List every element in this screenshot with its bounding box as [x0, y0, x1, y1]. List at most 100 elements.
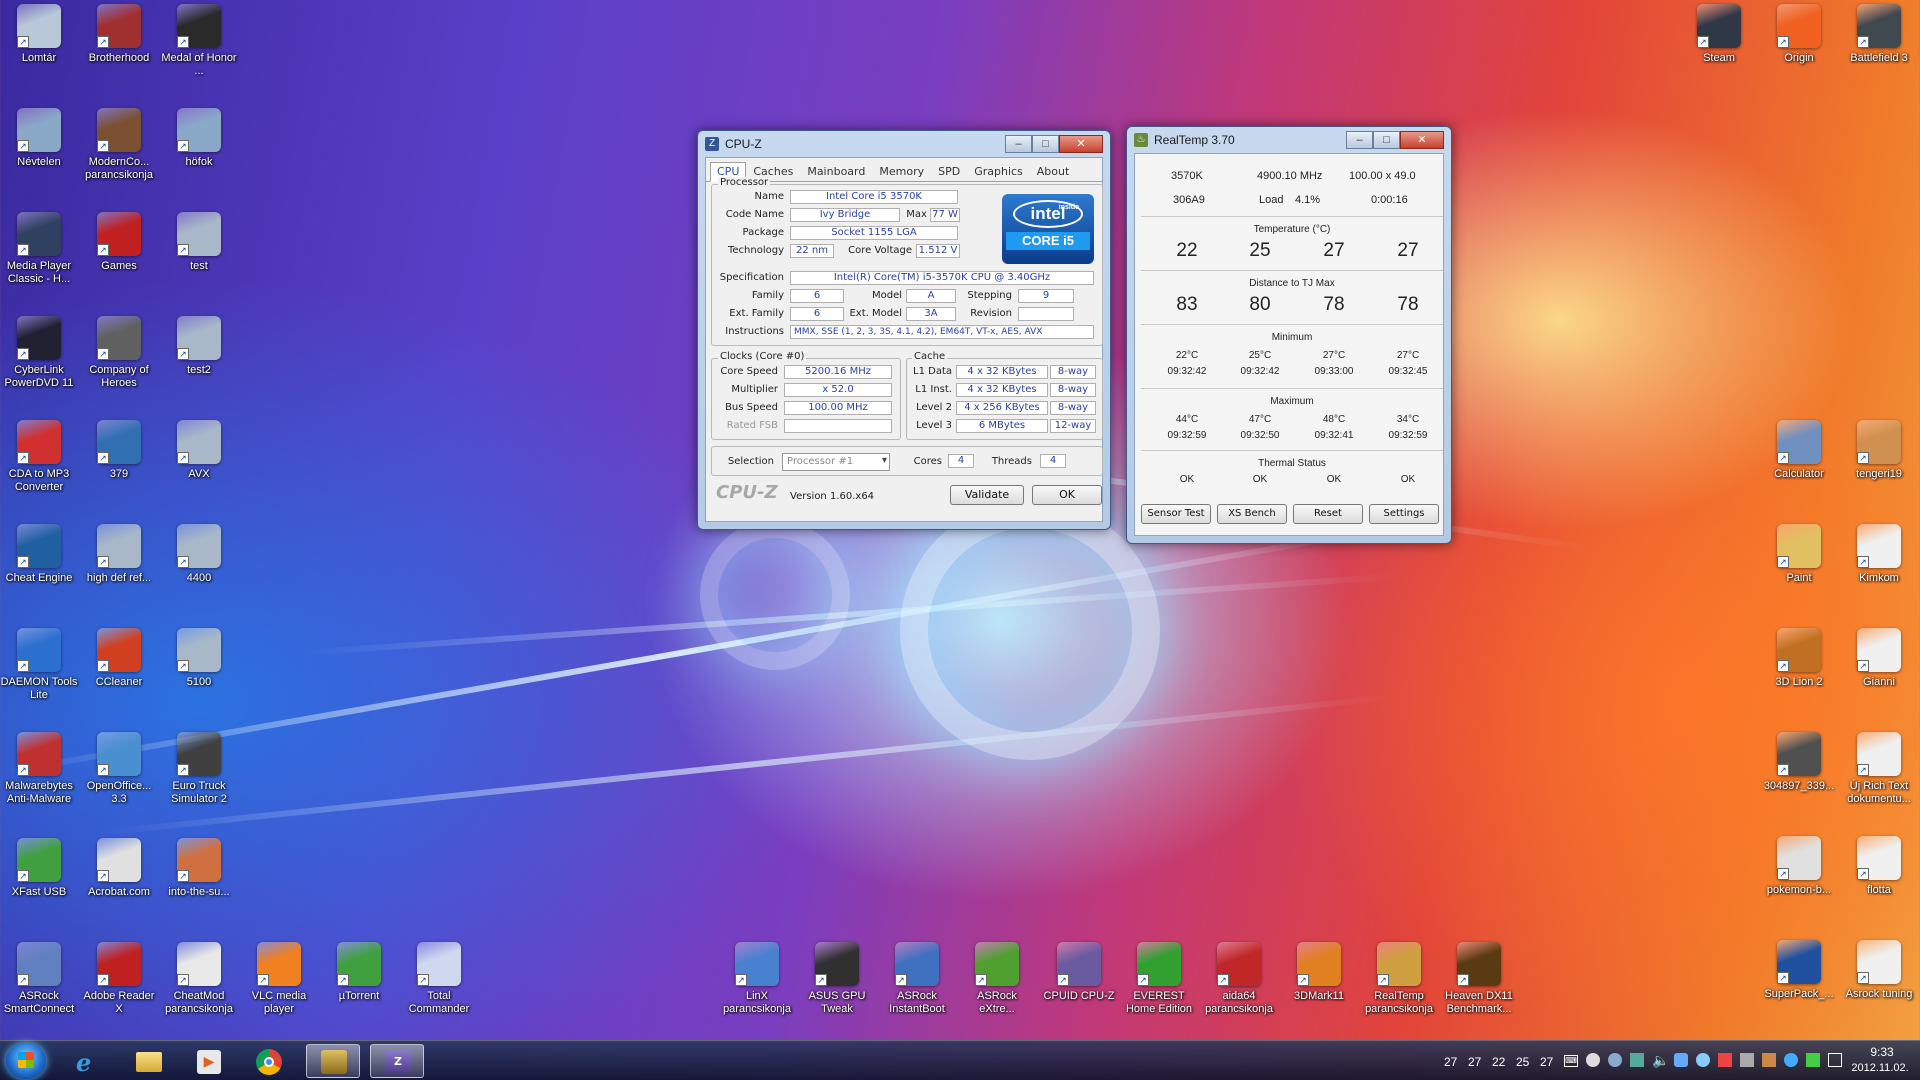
desktop-icon[interactable]: ↗ ASRock InstantBoot — [878, 942, 956, 1016]
sensor-test-button[interactable]: Sensor Test — [1141, 504, 1211, 524]
desktop-icon[interactable]: ↗ Calculator — [1760, 420, 1838, 481]
desktop-icon[interactable]: ↗ höfok — [160, 108, 238, 169]
desktop-icon[interactable]: ↗ ModernCo... parancsikonja — [80, 108, 158, 182]
desktop-icon[interactable]: ↗ 4400 — [160, 524, 238, 585]
desktop-icon[interactable]: ↗ AVX — [160, 420, 238, 481]
desktop-icon[interactable]: ↗ 5100 — [160, 628, 238, 689]
desktop-icon[interactable]: ↗ CyberLink PowerDVD 11 — [0, 316, 78, 390]
tray-app-icon[interactable] — [1762, 1053, 1776, 1067]
desktop-icon[interactable]: ↗ Kimkom — [1840, 524, 1918, 585]
tab-spd[interactable]: SPD — [931, 162, 967, 181]
desktop-icon[interactable]: ↗ high def ref... — [80, 524, 158, 585]
desktop-icon[interactable]: ↗ ASRock eXtre... — [958, 942, 1036, 1016]
desktop-icon[interactable]: ↗ ASRock SmartConnect — [0, 942, 78, 1016]
tray-temp-1[interactable]: 27 — [1468, 1055, 1481, 1069]
xs-bench-button[interactable]: XS Bench — [1217, 504, 1287, 524]
settings-button[interactable]: Settings — [1369, 504, 1439, 524]
desktop-icon[interactable]: ↗ tengeri19 — [1840, 420, 1918, 481]
desktop-icon[interactable]: ↗ Paint — [1760, 524, 1838, 585]
desktop-icon[interactable]: ↗ XFast USB — [0, 838, 78, 899]
desktop-icon[interactable]: ↗ Media Player Classic - H... — [0, 212, 78, 286]
tray-app-icon[interactable] — [1674, 1053, 1688, 1067]
desktop-icon[interactable]: ↗ EVEREST Home Edition — [1120, 942, 1198, 1016]
tab-about[interactable]: About — [1030, 162, 1077, 181]
tray-temp-0[interactable]: 27 — [1444, 1055, 1457, 1069]
desktop-icon[interactable]: ↗ flotta — [1840, 836, 1918, 897]
tray-app-icon[interactable] — [1696, 1053, 1710, 1067]
tray-temp-2[interactable]: 22 — [1492, 1055, 1505, 1069]
taskbar-explorer[interactable] — [122, 1044, 176, 1078]
desktop-icon[interactable]: ↗ CheatMod parancsikonja — [160, 942, 238, 1016]
keyboard-icon[interactable]: ⌨ — [1564, 1055, 1578, 1067]
desktop-icon[interactable]: ↗ Acrobat.com — [80, 838, 158, 899]
desktop-icon[interactable]: ↗ ASUS GPU Tweak — [798, 942, 876, 1016]
maximize-button[interactable]: □ — [1032, 135, 1059, 153]
desktop-icon[interactable]: ↗ Asrock tuning — [1840, 940, 1918, 1001]
desktop-icon[interactable]: ↗ OpenOffice... 3.3 — [80, 732, 158, 806]
desktop-icon[interactable]: ↗ Games — [80, 212, 158, 273]
desktop-icon[interactable]: ↗ Origin — [1760, 4, 1838, 65]
desktop-icon[interactable]: ↗ Total Commander — [400, 942, 478, 1016]
desktop-icon[interactable]: ↗ Brotherhood — [80, 4, 158, 65]
desktop-icon[interactable]: ↗ Új Rich Text dokumentu... — [1840, 732, 1918, 806]
validate-button[interactable]: Validate — [950, 485, 1024, 505]
desktop-icon[interactable]: ↗ Adobe Reader X — [80, 942, 158, 1016]
desktop-icon[interactable]: ↗ Heaven DX11 Benchmark... — [1440, 942, 1518, 1016]
desktop-icon[interactable]: ↗ RealTemp parancsikonja — [1360, 942, 1438, 1016]
desktop-icon[interactable]: ↗ Gianni — [1840, 628, 1918, 689]
desktop-icon[interactable]: ↗ aida64 parancsikonja — [1200, 942, 1278, 1016]
ok-button[interactable]: OK — [1032, 485, 1102, 505]
clock-time[interactable]: 9:33 — [1852, 1045, 1912, 1059]
desktop-icon[interactable]: ↗ Euro Truck Simulator 2 — [160, 732, 238, 806]
taskbar-realtemp[interactable] — [306, 1044, 360, 1078]
realtemp-titlebar[interactable]: ♨ RealTemp 3.70 – □ ✕ — [1134, 127, 1444, 153]
tray-app-icon[interactable] — [1608, 1053, 1622, 1067]
close-button[interactable]: ✕ — [1059, 135, 1103, 153]
desktop-icon[interactable]: ↗ 3DMark11 — [1280, 942, 1358, 1003]
desktop-icon[interactable]: ↗ SuperPack_... — [1760, 940, 1838, 1001]
tray-app-icon[interactable] — [1630, 1053, 1644, 1067]
desktop-icon[interactable]: ↗ Steam — [1680, 4, 1758, 65]
desktop-icon[interactable]: ↗ CPUID CPU-Z — [1040, 942, 1118, 1003]
tray-app-icon[interactable] — [1586, 1053, 1600, 1067]
cpuz-titlebar[interactable]: Z CPU-Z – □ ✕ — [705, 131, 1103, 157]
desktop-icon[interactable]: ↗ Battlefield 3 — [1840, 4, 1918, 65]
desktop-icon[interactable]: ↗ Cheat Engine — [0, 524, 78, 585]
desktop-icon[interactable]: ↗ 304897_339... — [1760, 732, 1838, 793]
tray-app-icon[interactable] — [1784, 1053, 1798, 1067]
desktop-icon[interactable]: ↗ Company of Heroes — [80, 316, 158, 390]
tab-graphics[interactable]: Graphics — [967, 162, 1030, 181]
taskbar-media-player[interactable]: ▶ — [182, 1044, 236, 1078]
tray-app-icon[interactable] — [1718, 1053, 1732, 1067]
tray-temp-4[interactable]: 27 — [1540, 1055, 1553, 1069]
desktop-icon[interactable]: ↗ DAEMON Tools Lite — [0, 628, 78, 702]
tray-app-icon[interactable] — [1806, 1053, 1820, 1067]
desktop-icon[interactable]: ↗ VLC media player — [240, 942, 318, 1016]
maximize-button[interactable]: □ — [1373, 131, 1400, 149]
desktop-icon[interactable]: ↗ into-the-su... — [160, 838, 238, 899]
desktop-icon[interactable]: ↗ Lomtár — [0, 4, 78, 65]
desktop-icon[interactable]: ↗ pokemon-b... — [1760, 836, 1838, 897]
desktop-icon[interactable]: ↗ test2 — [160, 316, 238, 377]
desktop-icon[interactable]: ↗ LinX parancsikonja — [718, 942, 796, 1016]
tab-memory[interactable]: Memory — [872, 162, 931, 181]
desktop-icon[interactable]: ↗ Medal of Honor ... — [160, 4, 238, 78]
start-button[interactable] — [6, 1043, 46, 1079]
volume-icon[interactable]: 🔈 — [1652, 1052, 1669, 1069]
taskbar-internet-explorer[interactable]: e — [62, 1044, 116, 1078]
close-button[interactable]: ✕ — [1400, 131, 1444, 149]
taskbar-cpuz[interactable]: Z — [370, 1044, 424, 1078]
taskbar-chrome[interactable] — [242, 1044, 296, 1078]
desktop-icon[interactable]: ↗ CDA to MP3 Converter — [0, 420, 78, 494]
minimize-button[interactable]: – — [1005, 135, 1032, 153]
tray-app-icon[interactable] — [1740, 1053, 1754, 1067]
minimize-button[interactable]: – — [1346, 131, 1373, 149]
desktop-icon[interactable]: ↗ µTorrent — [320, 942, 398, 1003]
desktop-icon[interactable]: ↗ Névtelen — [0, 108, 78, 169]
tab-mainboard[interactable]: Mainboard — [800, 162, 872, 181]
desktop-icon[interactable]: ↗ 379 — [80, 420, 158, 481]
desktop-icon[interactable]: ↗ CCleaner — [80, 628, 158, 689]
tray-temp-3[interactable]: 25 — [1516, 1055, 1529, 1069]
clock-date[interactable]: 2012.11.02. — [1840, 1062, 1920, 1074]
desktop-icon[interactable]: ↗ 3D Lion 2 — [1760, 628, 1838, 689]
